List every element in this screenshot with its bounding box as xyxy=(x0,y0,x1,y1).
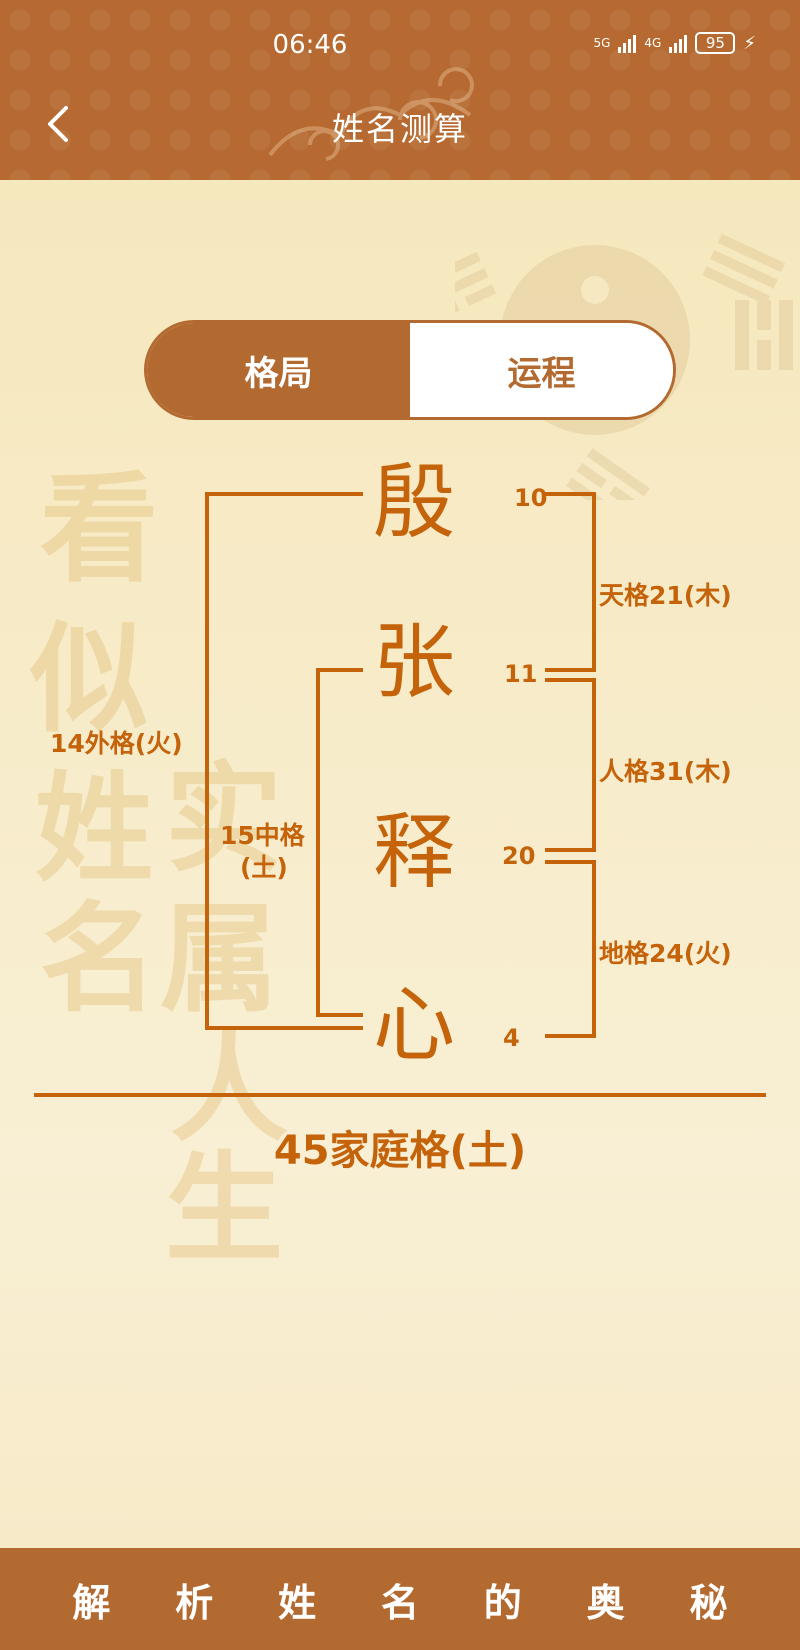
stroke-count: 11 xyxy=(504,660,538,688)
footer-char: 解 xyxy=(72,1580,111,1625)
footer-char: 的 xyxy=(483,1580,522,1625)
name-char-2: 张 xyxy=(372,615,455,710)
stroke-count: 4 xyxy=(503,1024,520,1052)
footer-char: 秘 xyxy=(689,1580,728,1625)
footer-char: 析 xyxy=(175,1580,214,1625)
person-bracket-line xyxy=(545,678,596,852)
earth-grid-label: 地格24(火) xyxy=(599,939,732,968)
earth-bracket-line xyxy=(545,860,596,1038)
footer-char: 奥 xyxy=(586,1580,625,1625)
footer-banner: 解 析 姓 名 的 奥 秘 xyxy=(0,1548,800,1650)
outer-grid-label: 14外格(火) xyxy=(50,729,183,758)
name-char-4: 心 xyxy=(372,978,455,1073)
middle-grid-element: (土) xyxy=(240,853,288,882)
family-grid-label: 45家庭格(土) xyxy=(273,1128,527,1174)
stroke-count: 20 xyxy=(502,842,536,870)
footer-char: 姓 xyxy=(278,1580,317,1625)
middle-grid-label: 15中格 xyxy=(220,821,305,850)
outer-bracket-line xyxy=(205,492,363,1030)
heaven-bracket-line xyxy=(545,492,596,672)
middle-bracket-line xyxy=(316,668,363,1017)
stroke-count: 10 xyxy=(514,484,548,512)
name-char-3: 释 xyxy=(372,805,455,900)
person-grid-label: 人格31(木) xyxy=(599,757,732,786)
footer-char: 名 xyxy=(380,1580,419,1625)
heaven-grid-label: 天格21(木) xyxy=(599,581,732,610)
name-char-1: 殷 xyxy=(372,455,455,550)
